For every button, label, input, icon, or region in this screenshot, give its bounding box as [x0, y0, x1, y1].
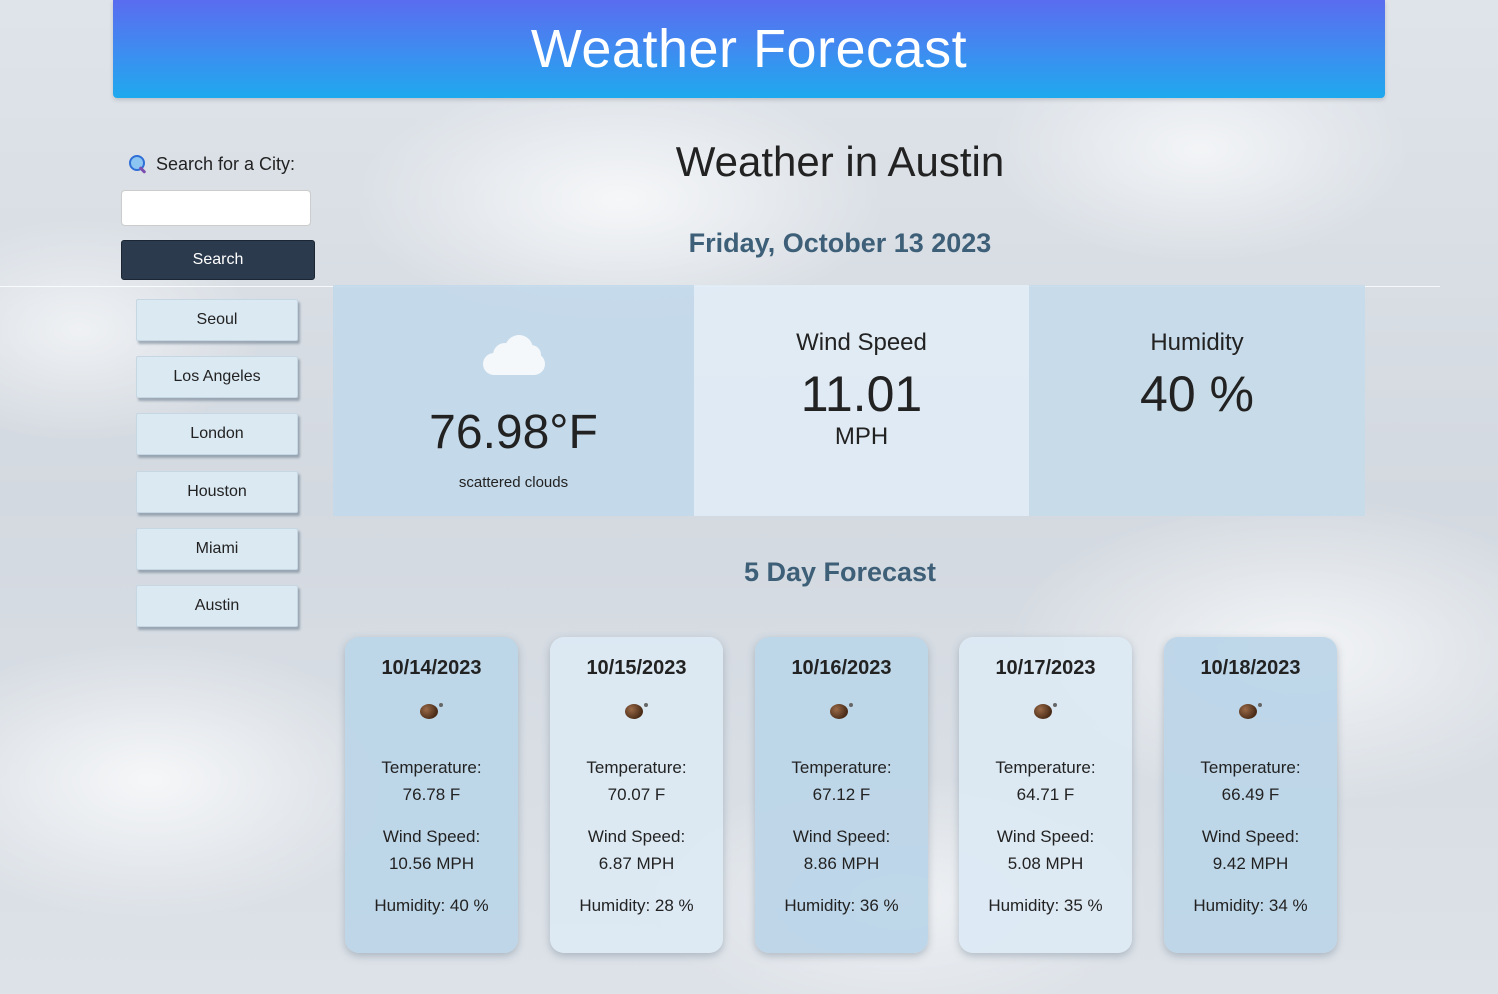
forecast-title: 5 Day Forecast: [743, 557, 937, 587]
forecast-card: 10/18/2023 Temperature: 66.49 F Wind Spe…: [1164, 637, 1337, 953]
weather-icon: [1239, 701, 1263, 721]
city-button-london[interactable]: London: [136, 413, 298, 455]
city-search-input[interactable]: [121, 190, 311, 226]
city-button-miami[interactable]: Miami: [136, 528, 298, 570]
current-date: Friday, October 13 2023: [688, 228, 992, 258]
weather-condition: scattered clouds: [458, 474, 569, 491]
forecast-card: 10/14/2023 Temperature: 76.78 F Wind Spe…: [345, 637, 518, 953]
temperature-label: Temperature:: [1200, 758, 1301, 777]
weather-icon: [1034, 701, 1058, 721]
temperature-label: Temperature:: [791, 758, 892, 777]
temperature-value: 64.71 F: [1016, 785, 1075, 804]
wind-value: 11.01: [800, 366, 923, 422]
wind-label: Wind Speed:: [382, 827, 481, 846]
wind-tile: Wind Speed 11.01 MPH: [694, 285, 1029, 516]
wind-label: Wind Speed:: [587, 827, 686, 846]
temperature-value: 76.78 F: [402, 785, 461, 804]
humidity-text: Humidity: 35 %: [988, 896, 1103, 915]
search-button[interactable]: Search: [121, 240, 315, 280]
forecast-date: 10/15/2023: [586, 657, 687, 679]
temperature-label: Temperature:: [586, 758, 687, 777]
wind-value: 6.87 MPH: [598, 854, 675, 873]
forecast-date: 10/18/2023: [1200, 657, 1301, 679]
humidity-text: Humidity: 34 %: [1193, 896, 1308, 915]
city-button-los-angeles[interactable]: Los Angeles: [136, 356, 298, 398]
forecast-card: 10/17/2023 Temperature: 64.71 F Wind Spe…: [959, 637, 1132, 953]
temperature-label: Temperature:: [995, 758, 1096, 777]
forecast-date: 10/16/2023: [791, 657, 892, 679]
humidity-text: Humidity: 28 %: [579, 896, 694, 915]
magnifier-icon: [128, 154, 148, 174]
wind-label: Wind Speed:: [996, 827, 1095, 846]
wind-value: 10.56 MPH: [388, 854, 475, 873]
forecast-card: 10/15/2023 Temperature: 70.07 F Wind Spe…: [550, 637, 723, 953]
temperature-tile: 76.98°F scattered clouds: [333, 285, 694, 516]
temperature-value: 70.07 F: [607, 785, 666, 804]
search-label-text: Search for a City:: [156, 153, 296, 174]
wind-unit: MPH: [834, 423, 889, 450]
city-button-austin[interactable]: Austin: [136, 585, 298, 627]
forecast-date: 10/17/2023: [995, 657, 1096, 679]
wind-value: 9.42 MPH: [1212, 854, 1289, 873]
wind-value: 8.86 MPH: [803, 854, 880, 873]
humidity-label: Humidity: [1150, 329, 1244, 356]
wind-label: Wind Speed:: [1201, 827, 1300, 846]
forecast-card: 10/16/2023 Temperature: 67.12 F Wind Spe…: [755, 637, 928, 953]
temperature-label: Temperature:: [381, 758, 482, 777]
humidity-text: Humidity: 40 %: [374, 896, 489, 915]
weather-icon: [625, 701, 649, 721]
temperature-value: 66.49 F: [1221, 785, 1280, 804]
humidity-text: Humidity: 36 %: [784, 896, 899, 915]
search-label: Search for a City:: [128, 152, 295, 176]
cloud-icon: [483, 335, 545, 375]
city-button-houston[interactable]: Houston: [136, 471, 298, 513]
temperature-value: 67.12 F: [812, 785, 871, 804]
weather-icon: [830, 701, 854, 721]
city-button-seoul[interactable]: Seoul: [136, 299, 298, 341]
wind-label: Wind Speed: [796, 329, 927, 356]
app-title: Weather Forecast: [530, 19, 968, 79]
humidity-value: 40 %: [1140, 366, 1254, 422]
app-header: Weather Forecast: [113, 0, 1385, 98]
wind-label: Wind Speed:: [792, 827, 891, 846]
city-title: Weather in Austin: [675, 138, 1005, 185]
weather-icon: [420, 701, 444, 721]
forecast-date: 10/14/2023: [381, 657, 482, 679]
wind-value: 5.08 MPH: [1007, 854, 1084, 873]
humidity-tile: Humidity 40 %: [1029, 285, 1365, 516]
current-temperature: 76.98°F: [429, 406, 598, 459]
